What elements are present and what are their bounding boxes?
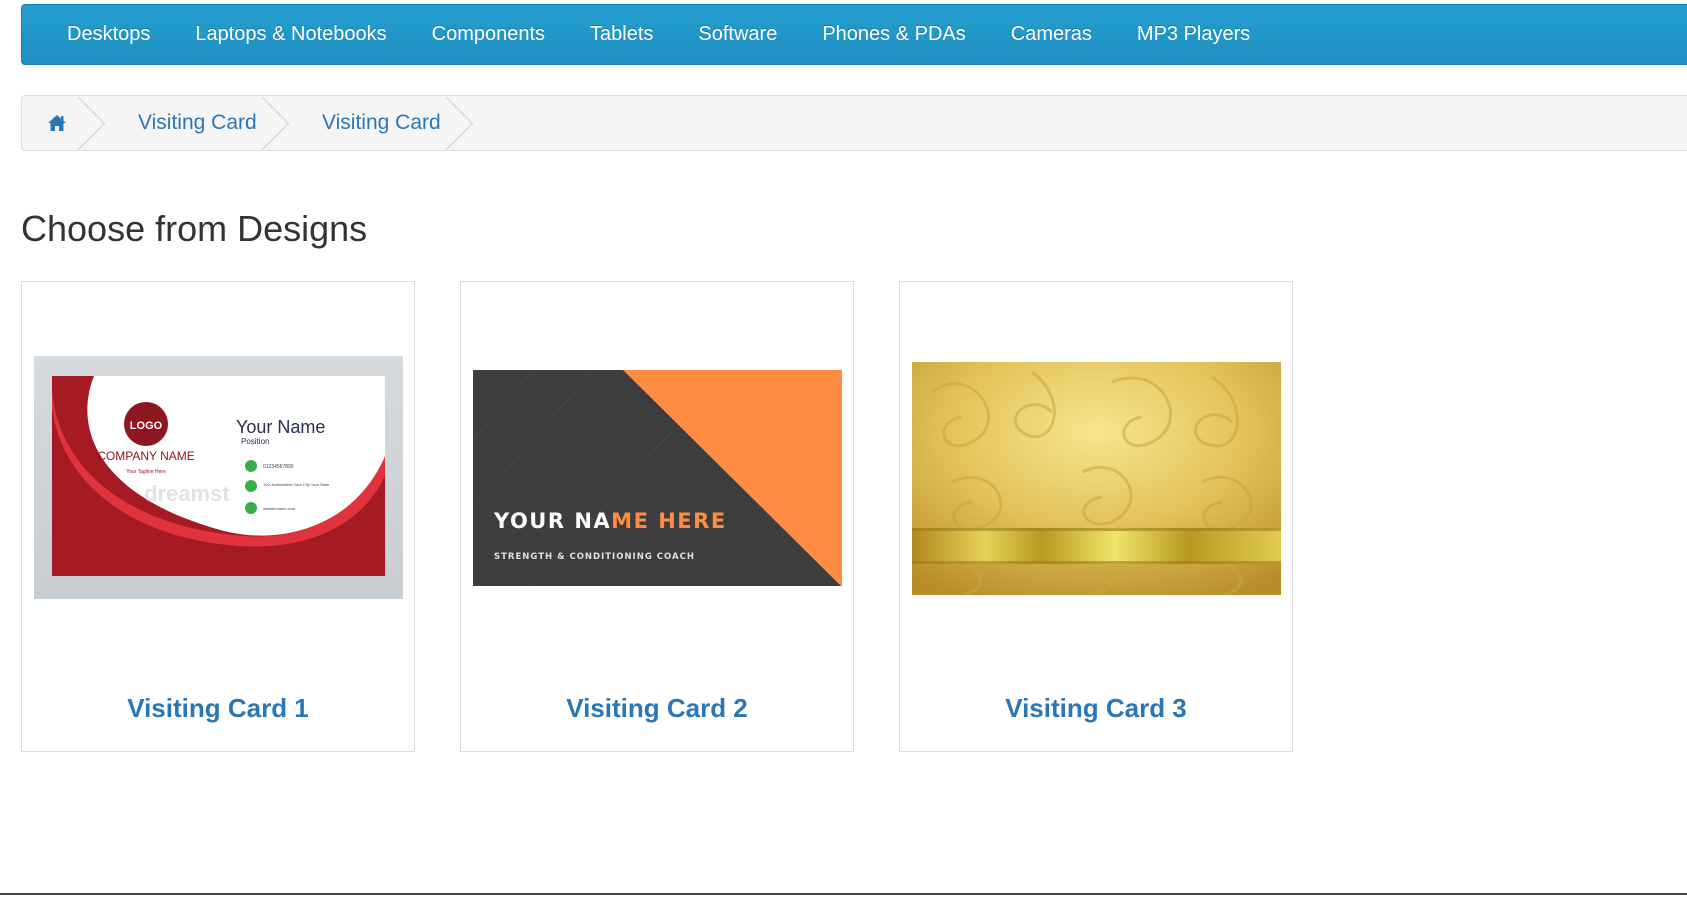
home-icon: [47, 114, 67, 132]
product-title-link[interactable]: Visiting Card 2: [461, 693, 853, 724]
card1-website: websitename.com: [263, 506, 296, 511]
card1-address: 100, Addressline,Your City Your State: [263, 482, 330, 487]
product-card: Visiting Card 3: [899, 281, 1293, 752]
product-card: LOGO COMPANY NAME Your Tagline Here Your…: [21, 281, 415, 752]
card1-logo-text: LOGO: [130, 420, 163, 432]
nav-item-phones-pdas[interactable]: Phones & PDAs: [822, 23, 965, 46]
product-title-link[interactable]: Visiting Card 3: [900, 693, 1292, 724]
card1-phone: 01234567890: [263, 464, 294, 470]
page: Desktops Laptops & Notebooks Components …: [0, 0, 1687, 897]
breadcrumb-separator: [78, 96, 106, 150]
card2-name-orange: ME HERE: [611, 509, 727, 533]
breadcrumb-item-label: Visiting Card: [138, 111, 257, 134]
svg-text:YOUR NAME HERE: YOUR NAME HERE: [493, 509, 727, 533]
breadcrumb-separator: [446, 96, 474, 150]
card2-subtitle: STRENGTH & CONDITIONING COACH: [494, 552, 695, 562]
card1-tagline: Your Tagline Here: [126, 469, 166, 475]
card1-position: Position: [241, 437, 269, 446]
page-title: Choose from Designs: [21, 208, 368, 249]
nav-item-components[interactable]: Components: [432, 23, 545, 46]
product-image-visiting-card-2[interactable]: YOUR NAME HERE STRENGTH & CONDITIONING C…: [473, 370, 842, 586]
top-nav-bar: Desktops Laptops & Notebooks Components …: [21, 4, 1687, 65]
nav-item-laptops-notebooks[interactable]: Laptops & Notebooks: [195, 23, 386, 46]
card2-name-white: YOUR NA: [493, 509, 611, 533]
nav-item-tablets[interactable]: Tablets: [590, 23, 653, 46]
product-image-visiting-card-1[interactable]: LOGO COMPANY NAME Your Tagline Here Your…: [34, 356, 403, 599]
product-image-visiting-card-3[interactable]: [912, 362, 1281, 595]
card1-name: Your Name: [236, 417, 325, 437]
nav-item-software[interactable]: Software: [698, 23, 777, 46]
nav-item-mp3-players[interactable]: MP3 Players: [1137, 23, 1250, 46]
window-bottom-border: [0, 893, 1687, 895]
card1-watermark: dreamst: [144, 481, 230, 506]
breadcrumb-separator: [262, 96, 290, 150]
nav-item-cameras[interactable]: Cameras: [1011, 23, 1092, 46]
card1-company-name: COMPANY NAME: [97, 449, 195, 463]
product-title-link[interactable]: Visiting Card 1: [22, 693, 414, 724]
nav-item-desktops[interactable]: Desktops: [67, 23, 150, 46]
breadcrumb-home-link[interactable]: [22, 96, 92, 150]
product-card: YOUR NAME HERE STRENGTH & CONDITIONING C…: [460, 281, 854, 752]
breadcrumb: Visiting Card Visiting Card: [21, 95, 1687, 151]
breadcrumb-item-label: Visiting Card: [322, 111, 441, 134]
breadcrumb-item-visiting-card-current[interactable]: Visiting Card: [276, 96, 460, 150]
breadcrumb-item-visiting-card[interactable]: Visiting Card: [92, 96, 276, 150]
